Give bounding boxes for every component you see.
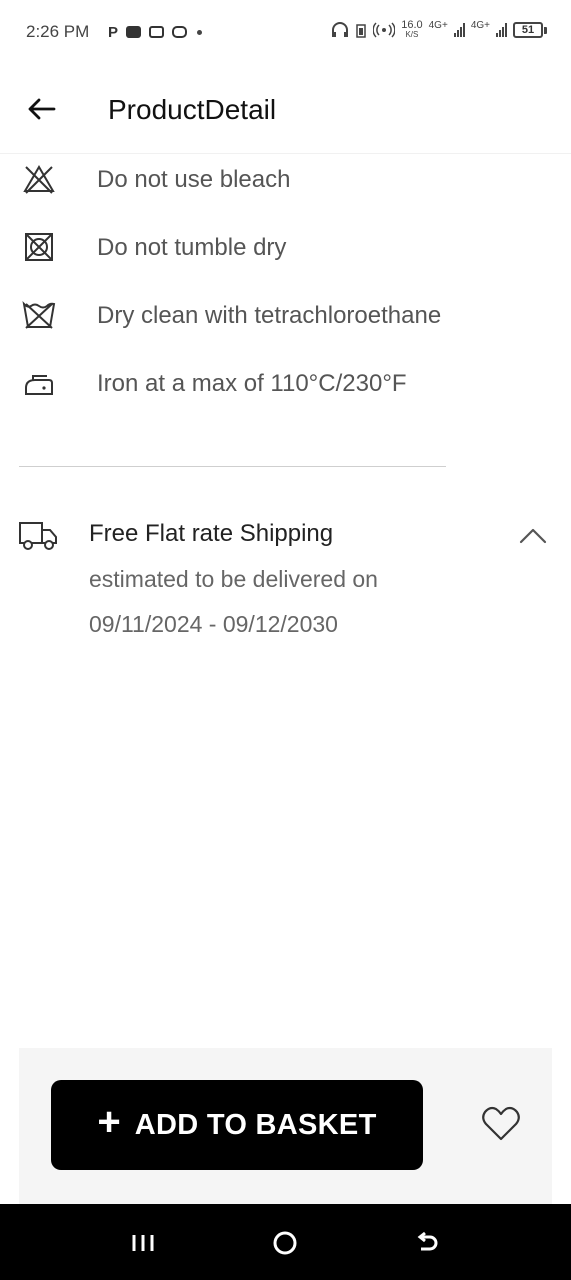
home-button[interactable]	[268, 1226, 302, 1260]
home-icon	[273, 1231, 297, 1255]
iron-icon	[22, 368, 56, 402]
app-header: ProductDetail	[0, 64, 571, 154]
care-label: Dry clean with tetrachloroethane	[97, 302, 442, 329]
notification-icons: P	[108, 22, 203, 42]
back-icon	[417, 1231, 438, 1251]
network-type-2: 4G+	[470, 20, 490, 31]
status-time: 2:26 PM	[26, 22, 90, 41]
favorite-button[interactable]	[479, 1104, 523, 1144]
battery-icon: 51	[513, 22, 547, 38]
status-bar: 2:26 PM P 16.0 K/S 4G+ 4G+ 51	[0, 0, 571, 64]
signal-icon	[496, 23, 507, 37]
care-label: Iron at a max of 110°C/230°F	[97, 370, 407, 397]
back-nav-button[interactable]	[410, 1226, 444, 1260]
no-bleach-icon	[22, 162, 56, 196]
shipping-dates: 09/11/2024 - 09/12/2030	[89, 611, 338, 637]
network-type-1: 4G+	[428, 20, 448, 31]
care-item-tumble-dry: Do not tumble dry	[0, 218, 571, 278]
net-speed-value: 16.0	[401, 19, 423, 31]
menu-icon	[132, 1235, 154, 1251]
heart-icon	[482, 1106, 520, 1141]
care-label: Do not use bleach	[97, 166, 291, 193]
page-title: ProductDetail	[108, 94, 277, 125]
instagram-icon	[172, 26, 188, 38]
net-speed: 16.0 K/S	[401, 20, 422, 40]
truck-icon	[18, 518, 58, 552]
arrow-left-icon	[28, 98, 56, 120]
hotspot-icon	[373, 22, 396, 38]
section-divider	[19, 466, 446, 467]
care-item-bleach: Do not use bleach	[0, 150, 571, 210]
care-item-iron: Iron at a max of 110°C/230°F	[0, 354, 571, 414]
purchase-bar: + ADD TO BASKET	[19, 1048, 552, 1204]
signal-icon	[453, 23, 465, 37]
dry-clean-icon	[22, 298, 56, 332]
shipping-title: Free Flat rate Shipping	[89, 520, 334, 547]
add-to-basket-label: ADD TO BASKET	[134, 1108, 377, 1141]
system-nav-bar	[0, 1204, 571, 1280]
sim-icon	[356, 24, 366, 38]
dot-icon	[197, 29, 203, 35]
care-label: Do not tumble dry	[97, 234, 287, 261]
p-icon: P	[108, 23, 119, 41]
add-to-basket-button[interactable]: + ADD TO BASKET	[51, 1080, 423, 1170]
plus-icon: +	[97, 1100, 121, 1144]
battery-level: 51	[513, 22, 543, 38]
shipping-subtitle: estimated to be delivered on	[89, 566, 378, 592]
menu-button[interactable]	[126, 1226, 160, 1260]
shipping-collapse-button[interactable]	[516, 520, 550, 550]
reader-icon	[149, 26, 165, 38]
no-tumble-dry-icon	[22, 230, 56, 264]
net-speed-unit: K/S	[405, 30, 419, 39]
back-button[interactable]	[24, 92, 58, 126]
headphones-icon	[332, 22, 349, 37]
youtube-icon	[126, 26, 142, 38]
chevron-up-icon	[519, 528, 547, 544]
care-item-dry-clean: Dry clean with tetrachloroethane	[0, 286, 571, 346]
system-icons: 16.0 K/S 4G+ 4G+ 51	[331, 20, 547, 40]
